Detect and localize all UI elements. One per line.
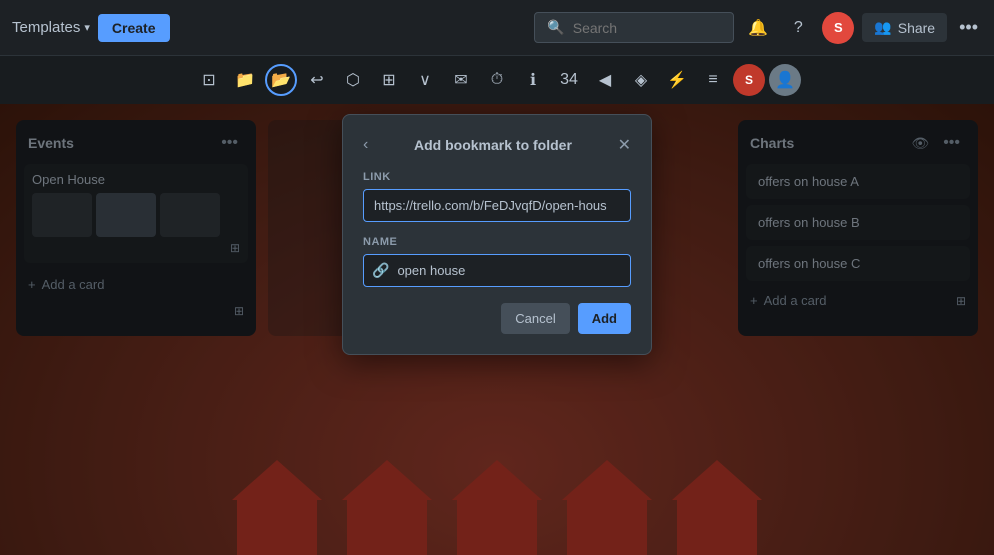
avatar[interactable]: S [822,12,854,44]
dialog-title: Add bookmark to folder [368,137,617,153]
toolbar-screenshot-icon[interactable]: ⊞ [373,64,405,96]
search-icon: 🔍 [547,19,564,36]
toolbar-send-icon[interactable]: ◈ [625,64,657,96]
search-bar[interactable]: 🔍 [534,12,734,43]
name-input-wrapper: 🔗 [363,254,631,287]
toolbar-timer-icon[interactable]: ⏱ [481,64,513,96]
toolbar-filter-icon[interactable]: ≡ [697,64,729,96]
search-input[interactable] [573,20,722,36]
add-button[interactable]: Add [578,303,631,334]
help-icon[interactable]: ? [782,12,814,44]
link-label: Link [363,171,631,183]
dialog-header: ‹ Add bookmark to folder ✕ [363,135,631,155]
notification-icon[interactable]: 🔔 [742,12,774,44]
dialog-overlay: ‹ Add bookmark to folder ✕ Link Name 🔗 C… [0,104,994,555]
share-icon: 👥 [874,19,891,36]
board: Events ••• Open House ⊞ + Add a card ⊞ [0,104,994,555]
toolbar-user-photo[interactable]: 👤 [769,64,801,96]
toolbar-ai-icon[interactable]: ◀ [589,64,621,96]
cancel-button[interactable]: Cancel [501,303,569,334]
toolbar-user-avatar[interactable]: S [733,64,765,96]
share-button[interactable]: 👥 Share [862,13,947,42]
topnav: Templates ▾ Create 🔍 🔔 ? S 👥 Share ••• [0,0,994,56]
toolbar-undo-icon[interactable]: ↩ [301,64,333,96]
toolbar-dropdown-icon[interactable]: ∨ [409,64,441,96]
toolbar-github-icon[interactable]: ⬡ [337,64,369,96]
toolbar-lightning-icon[interactable]: ⚡ [661,64,693,96]
link-input[interactable] [363,189,631,222]
toolbar-share-icon[interactable]: ⊡ [193,64,225,96]
create-button[interactable]: Create [98,14,170,42]
toolbar-add-folder-icon[interactable]: 📂 [265,64,297,96]
toolbar-info-icon[interactable]: ℹ [517,64,549,96]
more-icon[interactable]: ••• [955,17,982,38]
share-label: Share [898,20,935,36]
toolbar-email-icon[interactable]: ✉ [445,64,477,96]
chevron-down-icon: ▾ [84,21,90,34]
link-icon: 🔗 [364,262,397,279]
name-label: Name [363,236,631,248]
dialog-actions: Cancel Add [363,303,631,334]
add-bookmark-dialog: ‹ Add bookmark to folder ✕ Link Name 🔗 C… [342,114,652,355]
toolbar: ⊡ 📁 📂 ↩ ⬡ ⊞ ∨ ✉ ⏱ ℹ 34 ◀ ◈ ⚡ ≡ S 👤 [0,56,994,104]
toolbar-number-icon[interactable]: 34 [553,64,585,96]
dialog-close-button[interactable]: ✕ [618,135,631,155]
name-input[interactable] [397,255,630,286]
templates-label: Templates [12,19,80,36]
nav-icons: 🔔 ? S 👥 Share ••• [742,12,982,44]
toolbar-folder-icon[interactable]: 📁 [229,64,261,96]
templates-menu[interactable]: Templates ▾ [12,19,90,36]
